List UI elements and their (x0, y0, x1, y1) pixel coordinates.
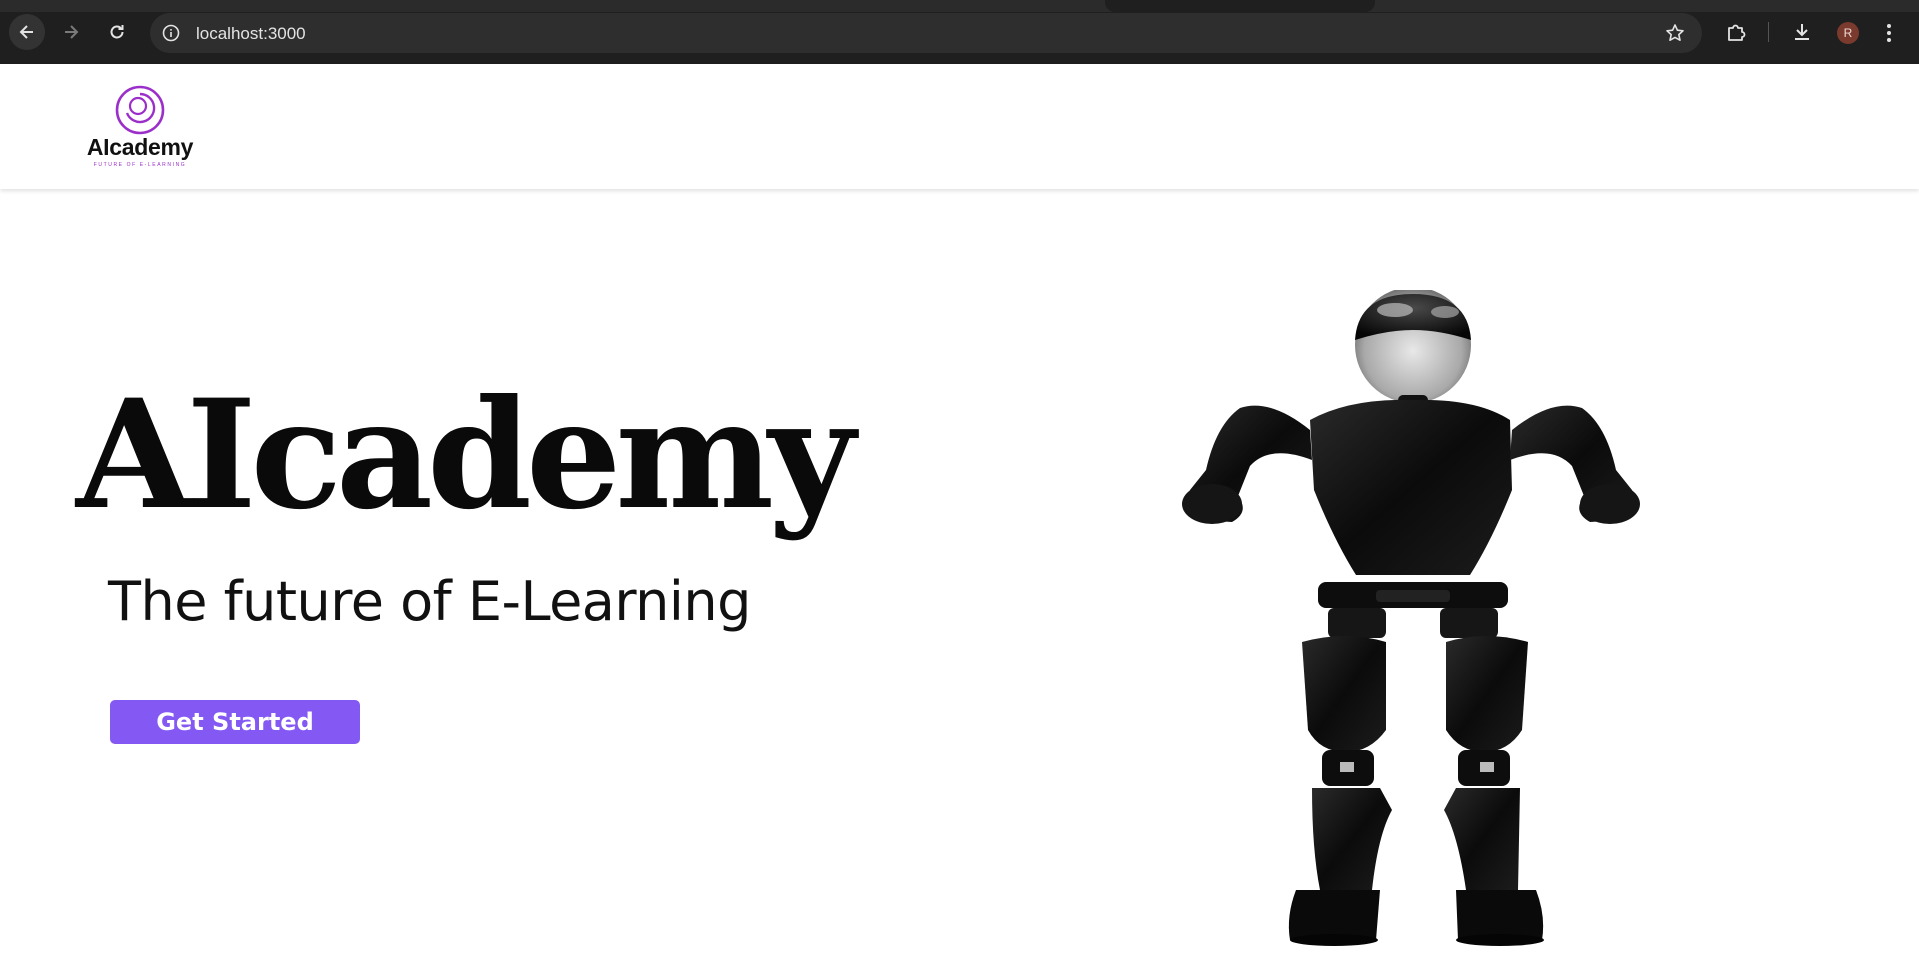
logo-tagline: FUTURE OF E-LEARNING (93, 162, 187, 168)
site-header: AIcademy FUTURE OF E-LEARNING (0, 64, 1919, 189)
browser-toolbar: localhost:3000 R (0, 0, 1919, 64)
profile-avatar[interactable]: R (1837, 22, 1859, 44)
tab-strip (0, 0, 1919, 12)
hero-subtitle: The future of E-Learning (108, 570, 751, 633)
reload-button[interactable] (99, 14, 135, 50)
forward-button[interactable] (53, 14, 89, 50)
toolbar-divider (1768, 22, 1769, 42)
hero-title: AIcademy (76, 367, 855, 543)
get-started-button[interactable]: Get Started (110, 700, 360, 744)
star-icon[interactable] (1664, 22, 1686, 44)
kebab-menu-icon[interactable] (1884, 21, 1894, 45)
spiral-logo-icon (115, 85, 165, 135)
back-button[interactable] (9, 14, 45, 50)
address-bar[interactable]: localhost:3000 (150, 13, 1702, 53)
arrow-right-icon (65, 25, 79, 39)
puzzle-icon[interactable] (1724, 20, 1748, 44)
robot-illustration (1182, 290, 1640, 946)
logo[interactable]: AIcademy FUTURE OF E-LEARNING (78, 84, 202, 174)
arrow-left-icon (19, 25, 33, 39)
active-tab[interactable] (1105, 0, 1375, 12)
reload-icon (110, 25, 124, 39)
logo-wordmark: AIcademy (86, 134, 194, 160)
download-icon[interactable] (1790, 20, 1814, 44)
info-icon[interactable] (160, 22, 182, 44)
url-text[interactable]: localhost:3000 (196, 24, 306, 44)
